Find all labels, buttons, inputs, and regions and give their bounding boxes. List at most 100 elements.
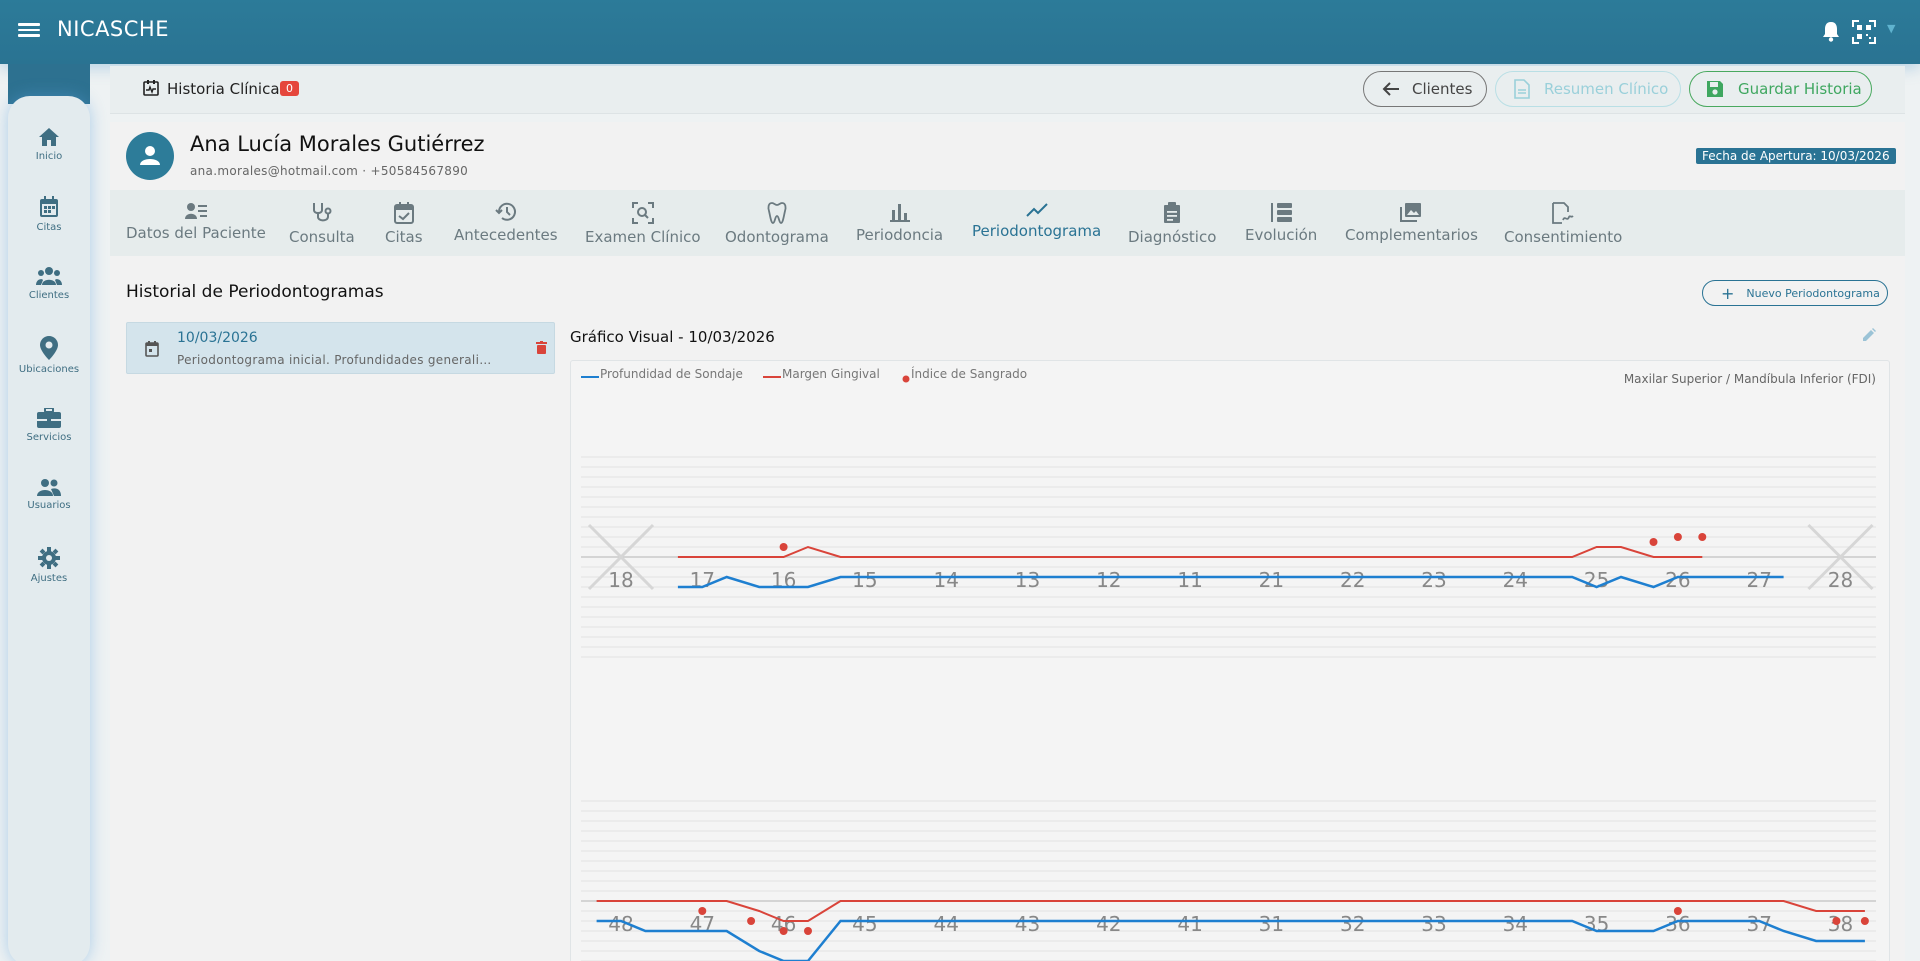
tab-label: Consentimiento [1504, 228, 1623, 246]
signature-icon [1552, 202, 1574, 224]
lower-tooth-32: 32 [1340, 912, 1365, 936]
new-periodontogram-button[interactable]: + Nuevo Periodontograma [1702, 280, 1888, 306]
upper-bleeding-dot [1698, 533, 1707, 541]
qr-scan-icon[interactable] [1851, 19, 1877, 45]
clinical-history-title: Historia Clínica [167, 80, 280, 98]
sidebar-item-label: Usuarios [27, 500, 71, 511]
history-icon [495, 202, 516, 221]
edit-pencil-icon[interactable] [1862, 328, 1876, 342]
tab-citas[interactable]: Citas [385, 202, 423, 246]
upper-tooth-16: 16 [771, 568, 796, 592]
sidebar-item-label: Ubicaciones [18, 364, 80, 375]
tab-label: Complementarios [1345, 226, 1478, 244]
tab-complementarios[interactable]: Complementarios [1345, 202, 1478, 244]
delete-trash-icon[interactable] [536, 341, 547, 354]
sidebar-item-inicio[interactable]: Inicio [8, 127, 90, 162]
lower-bleeding-dot [1860, 917, 1869, 925]
chart-canvas: Profundidad de Sondaje Margen Gingival Índ… [581, 366, 1876, 961]
location-pin-icon [40, 336, 58, 360]
lower-tooth-47: 47 [690, 912, 715, 936]
lower-tooth-33: 33 [1421, 912, 1446, 936]
upper-tooth-24: 24 [1503, 568, 1528, 592]
tab-label: Periodontograma [972, 222, 1102, 240]
clients-icon [36, 267, 62, 285]
lower-bleeding-dot [747, 917, 756, 925]
lower-tooth-42: 42 [1096, 912, 1121, 936]
sidebar-item-label: Clientes [28, 290, 70, 301]
lower-tooth-35: 35 [1584, 912, 1609, 936]
sidebar-item-servicios[interactable]: Servicios [8, 408, 90, 443]
top-app-bar: NICASCHE ▼ [0, 0, 1920, 64]
hamburger-menu-icon[interactable] [18, 20, 40, 42]
upper-probing-depth-line [677, 575, 1784, 589]
clinical-summary-button[interactable]: Resumen Clínico [1495, 71, 1681, 107]
clipboard-icon [1164, 202, 1181, 223]
tab-datos-paciente[interactable]: Datos del Paciente [126, 202, 266, 242]
timeline-list-icon [1271, 203, 1293, 222]
clinical-history-icon [143, 80, 159, 96]
tab-consulta[interactable]: Consulta [289, 202, 355, 246]
patient-card: Ana Lucía Morales Gutiérrez ana.morales@… [110, 122, 1905, 190]
tab-examen-clinico[interactable]: Examen Clínico [585, 202, 701, 246]
legend-label-gingival: Margen Gingival [782, 367, 880, 381]
clinical-summary-label: Resumen Clínico [1544, 80, 1669, 98]
tab-label: Odontograma [725, 228, 829, 246]
calendar-check-icon [393, 202, 414, 224]
tab-periodoncia[interactable]: Periodoncia [856, 202, 943, 244]
plus-icon: + [1721, 283, 1735, 303]
sidebar-item-citas[interactable]: Citas [8, 196, 90, 233]
home-icon [39, 128, 59, 146]
document-icon [1514, 79, 1530, 99]
lower-tooth-43: 43 [1015, 912, 1040, 936]
tab-periodontograma[interactable]: Periodontograma [972, 202, 1102, 264]
upper-tooth-11: 11 [1177, 568, 1202, 592]
upper-tooth-12: 12 [1096, 568, 1121, 592]
tab-label: Datos del Paciente [126, 224, 266, 242]
user-menu-caret-icon[interactable]: ▼ [1887, 22, 1895, 35]
lower-tooth-34: 34 [1503, 912, 1528, 936]
upper-tooth-23: 23 [1421, 568, 1446, 592]
upper-tooth-21: 21 [1259, 568, 1284, 592]
save-floppy-icon [1707, 81, 1723, 97]
tab-consentimiento[interactable]: Consentimiento [1504, 202, 1622, 246]
sidebar-item-ubicaciones[interactable]: Ubicaciones [8, 336, 90, 375]
lower-tooth-38: 38 [1828, 912, 1853, 936]
upper-tooth-15: 15 [852, 568, 877, 592]
users-icon [37, 479, 61, 496]
save-history-label: Guardar Historia [1738, 80, 1862, 98]
back-to-clients-button[interactable]: Clientes [1363, 71, 1487, 107]
sidebar-item-usuarios[interactable]: Usuarios [8, 478, 90, 511]
tab-odontograma[interactable]: Odontograma [725, 202, 829, 246]
lower-tooth-31: 31 [1259, 912, 1284, 936]
upper-tooth-13: 13 [1015, 568, 1040, 592]
avatar [126, 132, 174, 180]
sidebar-item-clientes[interactable]: Clientes [8, 266, 90, 301]
sidebar-item-ajustes[interactable]: Ajustes [8, 547, 90, 584]
images-icon [1400, 203, 1422, 222]
upper-tooth-22: 22 [1340, 568, 1365, 592]
sidebar-item-label: Inicio [35, 151, 63, 162]
new-periodontogram-label: Nuevo Periodontograma [1746, 286, 1880, 300]
upper-tooth-17: 17 [690, 568, 715, 592]
graph-title: Gráfico Visual - 10/03/2026 [570, 328, 775, 346]
save-history-button[interactable]: Guardar Historia [1689, 71, 1872, 107]
bar-chart-icon [889, 204, 910, 222]
person-icon [140, 146, 160, 165]
app-title: NICASCHE [57, 17, 169, 41]
tab-evolucion[interactable]: Evolución [1245, 202, 1317, 244]
sidebar-item-label: Citas [36, 222, 62, 233]
scan-search-icon [631, 202, 654, 224]
patient-data-icon [184, 203, 207, 219]
tab-diagnostico[interactable]: Diagnóstico [1128, 202, 1216, 246]
lower-bleeding-dot [803, 927, 812, 935]
lower-tooth-45: 45 [852, 912, 877, 936]
history-list-item[interactable]: 10/03/2026 Periodontograma inicial. Prof… [126, 322, 555, 374]
upper-tooth-25: 25 [1584, 568, 1609, 592]
tab-label: Antecedentes [454, 226, 558, 244]
upper-gingival-margin-line [677, 545, 1703, 558]
tab-antecedentes[interactable]: Antecedentes [454, 202, 558, 244]
notification-bell-icon[interactable] [1820, 20, 1842, 44]
back-to-clients-label: Clientes [1412, 80, 1473, 98]
upper-bleeding-dot [779, 543, 788, 551]
sidebar-item-label: Ajustes [30, 573, 68, 584]
